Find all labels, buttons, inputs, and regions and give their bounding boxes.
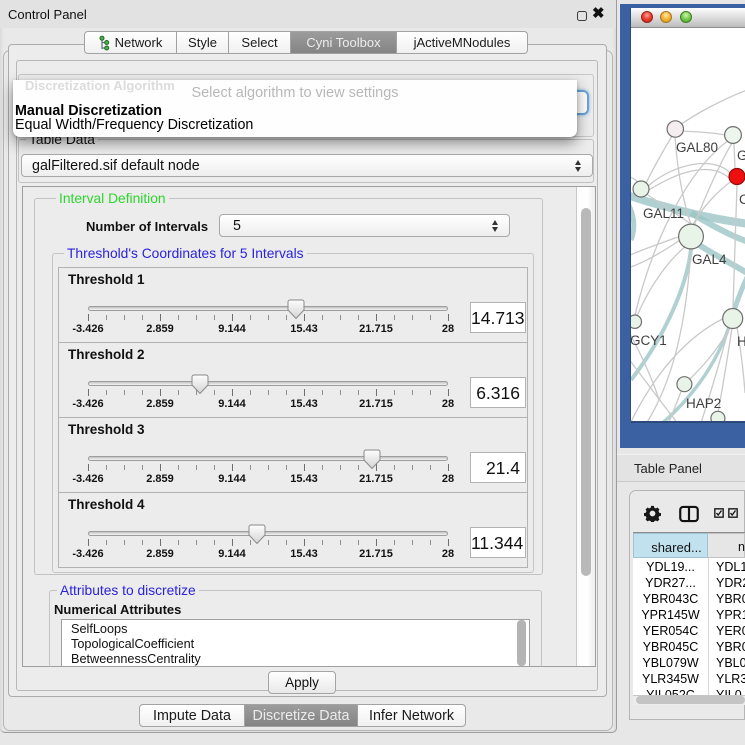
svg-text:H: H xyxy=(737,334,745,349)
svg-text:G.: G. xyxy=(737,148,745,163)
svg-text:GAL4: GAL4 xyxy=(692,252,727,267)
svg-text:HAP2: HAP2 xyxy=(686,396,721,411)
svg-text:C: C xyxy=(739,192,745,207)
svg-text:GAL11: GAL11 xyxy=(643,206,684,221)
svg-text:GAL80: GAL80 xyxy=(676,140,718,155)
svg-text:GCY1: GCY1 xyxy=(631,333,667,348)
